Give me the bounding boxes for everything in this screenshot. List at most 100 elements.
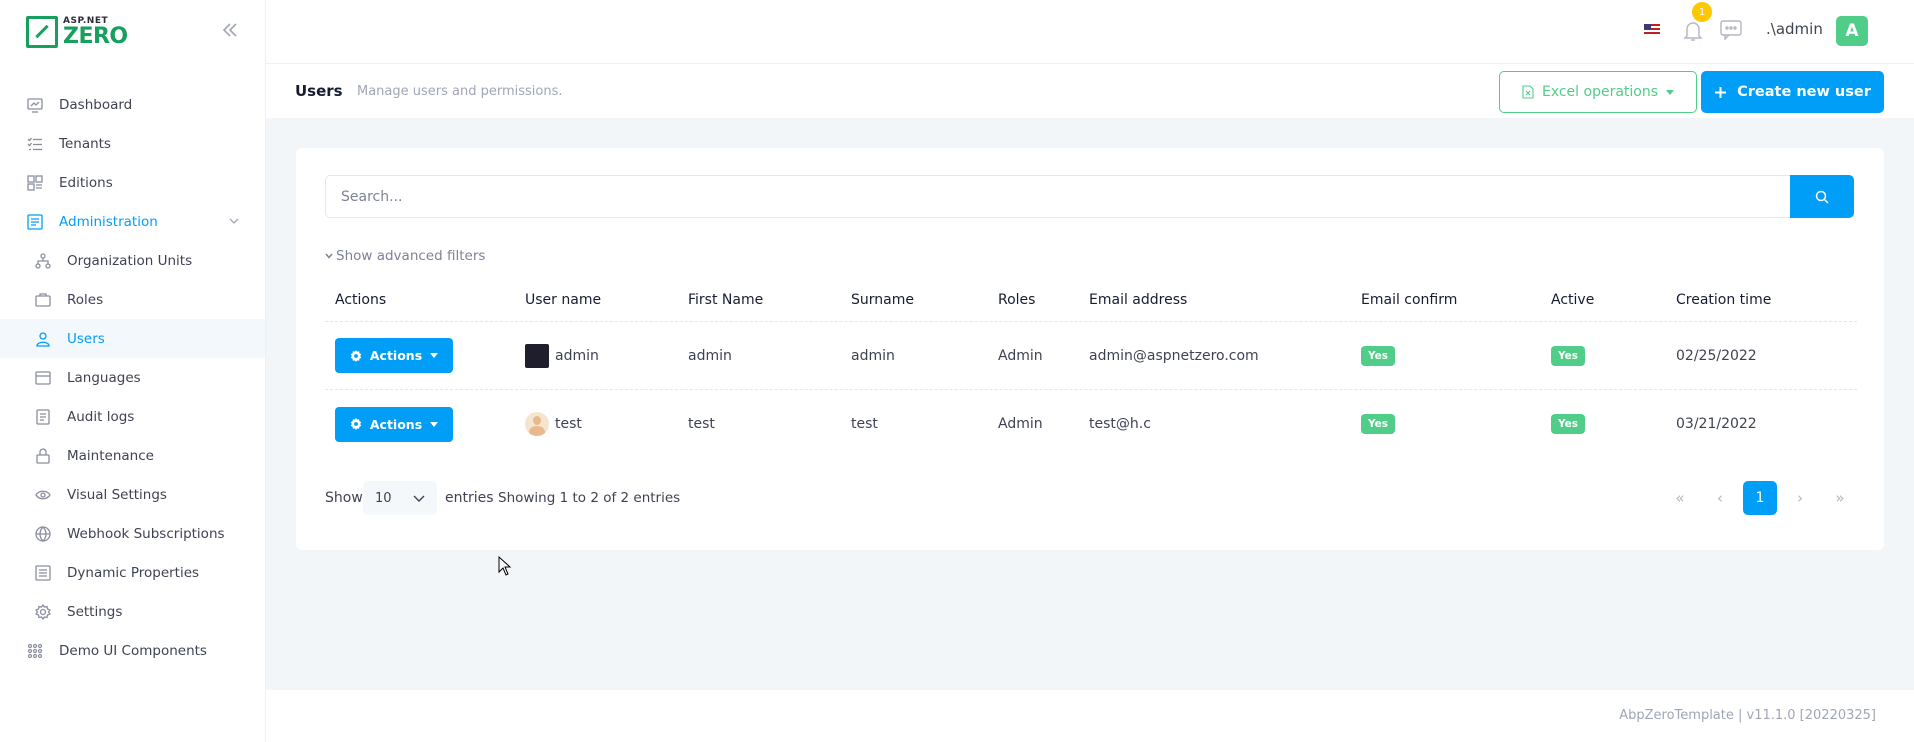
caret-down-icon — [430, 421, 439, 427]
sidebar-item-editions[interactable]: Editions — [0, 163, 265, 202]
search-bar — [325, 175, 1857, 218]
user-name-value: test — [555, 416, 582, 432]
file-excel-icon — [1522, 85, 1534, 99]
next-page-button[interactable]: › — [1783, 481, 1817, 515]
column-header-user-name[interactable]: User name — [525, 292, 601, 308]
first-page-button[interactable]: « — [1663, 481, 1697, 515]
sidebar-item-label: Audit logs — [67, 408, 135, 425]
column-header-surname[interactable]: Surname — [851, 292, 914, 308]
sidebar-item-label: Editions — [59, 174, 113, 191]
notification-badge: 1 — [1692, 2, 1712, 22]
sidebar-item-label: Maintenance — [67, 447, 154, 464]
sidebar-item-audit-logs[interactable]: Audit logs — [0, 397, 265, 436]
audit-icon — [34, 408, 52, 426]
sidebar-item-demo-ui-components[interactable]: Demo UI Components — [0, 631, 265, 670]
editions-icon — [26, 174, 44, 192]
first-name-cell: admin — [688, 347, 732, 364]
search-icon — [1815, 190, 1829, 204]
email-cell: test@h.c — [1089, 416, 1151, 432]
sidebar-item-label: Demo UI Components — [59, 642, 207, 659]
page-size-select[interactable]: 10 — [363, 481, 437, 515]
page-footer: AbpZeroTemplate | v11.1.0 [20220325] — [266, 690, 1914, 742]
paging-summary: Showing 1 to 2 of 2 entries — [498, 490, 681, 506]
users-table: Actions User name First Name Surname Rol… — [325, 278, 1857, 458]
logo-icon — [26, 16, 58, 48]
search-button[interactable] — [1790, 175, 1854, 218]
sidebar-item-webhook-subscriptions[interactable]: Webhook Subscriptions — [0, 514, 265, 553]
user-avatar[interactable]: A — [1836, 16, 1868, 46]
logo-text-big: ZERO — [63, 23, 128, 49]
app-logo[interactable]: ASP.NET ZERO — [26, 16, 128, 48]
sidebar-item-administration[interactable]: Administration — [0, 202, 265, 241]
search-input[interactable] — [325, 175, 1790, 218]
table-footer: Show 10 entries Showing 1 to 2 of 2 entr… — [325, 478, 1857, 518]
column-header-creation-time[interactable]: Creation time — [1676, 292, 1771, 308]
chevron-down-icon — [413, 495, 425, 502]
sidebar-item-users[interactable]: Users — [0, 319, 265, 358]
row-actions-button[interactable]: Actions — [335, 406, 453, 442]
gear-icon — [34, 603, 52, 621]
sidebar-item-dynamic-properties[interactable]: Dynamic Properties — [0, 553, 265, 592]
user-name-value: admin — [555, 347, 599, 364]
column-header-roles[interactable]: Roles — [998, 292, 1035, 308]
sidebar-item-roles[interactable]: Roles — [0, 280, 265, 319]
row-actions-button[interactable]: Actions — [335, 338, 453, 373]
sidebar-item-label: Organization Units — [67, 252, 193, 269]
column-header-active[interactable]: Active — [1551, 292, 1594, 308]
previous-page-button[interactable]: ‹ — [1703, 481, 1737, 515]
column-header-actions[interactable]: Actions — [335, 292, 386, 308]
column-header-email[interactable]: Email address — [1089, 292, 1187, 308]
create-new-user-button[interactable]: Create new user — [1701, 71, 1884, 113]
version-text: AbpZeroTemplate | v11.1.0 [20220325] — [1619, 708, 1876, 723]
mouse-cursor-icon — [498, 556, 512, 576]
avatar — [525, 343, 549, 368]
page-size-value: 10 — [375, 490, 392, 506]
sidebar-item-organization-units[interactable]: Organization Units — [0, 241, 265, 280]
users-card: Show advanced filters Actions User name … — [296, 148, 1884, 550]
sidebar-item-visual-settings[interactable]: Visual Settings — [0, 475, 265, 514]
user-name[interactable]: .\admin — [1766, 20, 1823, 38]
sidebar-item-tenants[interactable]: Tenants — [0, 124, 265, 163]
languages-icon — [34, 369, 52, 387]
creation-time-cell: 02/25/2022 — [1676, 347, 1757, 364]
sidebar: ASP.NET ZERO Dashboard Tenants Editions … — [0, 0, 266, 742]
sidebar-item-label: Dynamic Properties — [67, 564, 200, 581]
create-new-user-label: Create new user — [1737, 84, 1871, 100]
sidebar-item-label: Roles — [67, 291, 104, 308]
language-flag-icon[interactable] — [1644, 24, 1660, 36]
email-cell: admin@aspnetzero.com — [1089, 347, 1259, 364]
list-icon — [26, 135, 44, 153]
sidebar-item-languages[interactable]: Languages — [0, 358, 265, 397]
sidebar-item-label: Administration — [59, 213, 158, 230]
surname-cell: admin — [851, 347, 895, 364]
actions-label: Actions — [369, 416, 423, 432]
column-header-first-name[interactable]: First Name — [688, 292, 763, 308]
sidebar-item-maintenance[interactable]: Maintenance — [0, 436, 265, 475]
pagination: « ‹ 1 › » — [1663, 481, 1857, 515]
grid-icon — [26, 642, 44, 660]
excel-operations-button[interactable]: Excel operations — [1499, 71, 1697, 113]
table-header: Actions User name First Name Surname Rol… — [325, 278, 1857, 322]
advanced-filters-label: Show advanced filters — [336, 248, 486, 264]
last-page-button[interactable]: » — [1823, 481, 1857, 515]
excel-operations-label: Excel operations — [1541, 84, 1659, 100]
page-title: Users — [295, 82, 343, 100]
sidebar-item-label: Visual Settings — [67, 486, 167, 503]
page-1-button[interactable]: 1 — [1743, 481, 1777, 515]
chevron-down-icon — [325, 253, 333, 259]
chevron-down-icon — [229, 218, 239, 224]
show-advanced-filters-link[interactable]: Show advanced filters — [325, 248, 485, 264]
sidebar-item-settings[interactable]: Settings — [0, 592, 265, 631]
roles-cell: Admin — [998, 416, 1043, 432]
bell-icon[interactable] — [1683, 20, 1703, 42]
sidebar-item-label: Dashboard — [59, 96, 133, 113]
eye-icon — [34, 486, 52, 504]
column-header-email-confirm[interactable]: Email confirm — [1361, 292, 1457, 308]
sidebar-item-dashboard[interactable]: Dashboard — [0, 85, 265, 124]
sidebar-item-label: Users — [67, 330, 105, 347]
briefcase-icon — [34, 291, 52, 309]
globe-icon — [34, 525, 52, 543]
collapse-sidebar-icon[interactable] — [220, 20, 240, 40]
chat-icon[interactable] — [1720, 20, 1742, 40]
email-confirm-badge: Yes — [1361, 345, 1396, 366]
